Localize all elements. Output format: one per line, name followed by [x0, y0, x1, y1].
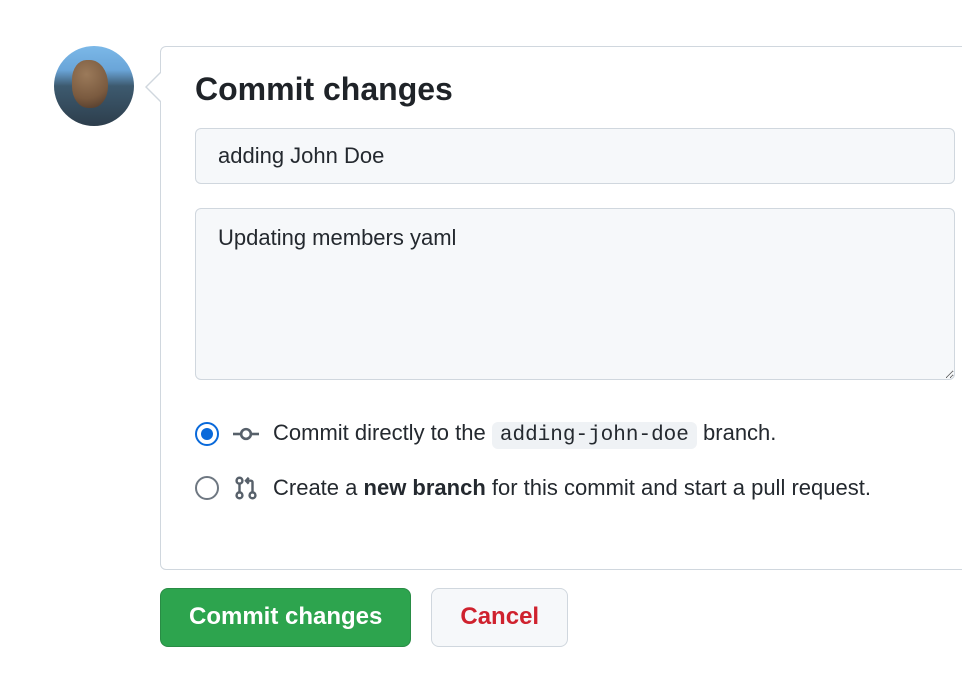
radio-selected-icon: [195, 422, 219, 446]
option-direct-text: Commit directly to the adding-john-doe b…: [273, 420, 776, 447]
git-commit-icon: [233, 421, 259, 447]
branch-chip: adding-john-doe: [492, 422, 697, 449]
radio-unselected-icon: [195, 476, 219, 500]
option-commit-direct[interactable]: Commit directly to the adding-john-doe b…: [195, 420, 962, 447]
commit-button[interactable]: Commit changes: [160, 588, 411, 647]
page-title: Commit changes: [195, 71, 962, 108]
commit-summary-input[interactable]: [195, 128, 955, 184]
option-new-branch[interactable]: Create a new branch for this commit and …: [195, 475, 962, 501]
cancel-button[interactable]: Cancel: [431, 588, 568, 647]
avatar: [54, 46, 134, 126]
commit-description-input[interactable]: [195, 208, 955, 380]
commit-panel: Commit changes Commit directly to the: [160, 46, 962, 570]
git-pull-request-icon: [233, 475, 259, 501]
option-newbranch-text: Create a new branch for this commit and …: [273, 475, 871, 501]
branch-options: Commit directly to the adding-john-doe b…: [195, 420, 962, 501]
button-row: Commit changes Cancel: [160, 588, 962, 647]
